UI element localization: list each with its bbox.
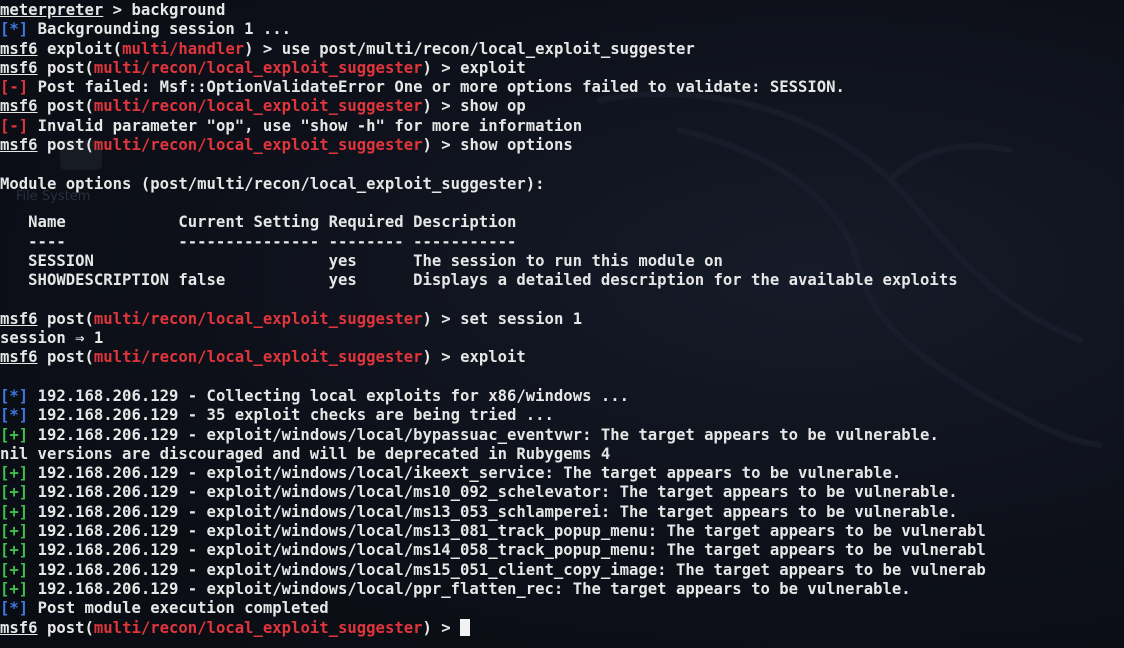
result-line: [*] 192.168.206.129 - Collecting local e… [0, 387, 986, 406]
error-marker: [-] [0, 116, 29, 135]
result-line: [+] 192.168.206.129 - exploit/windows/lo… [0, 522, 986, 541]
result-line: [+] 192.168.206.129 - exploit/windows/lo… [0, 580, 986, 599]
terminal-line: [*] Post module execution completed [0, 599, 329, 618]
good-marker: [+] [0, 560, 29, 579]
good-marker: [+] [0, 502, 29, 521]
terminal-output: meterpreter > background [*] Backgroundi… [0, 1, 986, 638]
result-text: 192.168.206.129 - exploit/windows/local/… [37, 502, 958, 521]
result-text: 192.168.206.129 - exploit/windows/local/… [37, 541, 986, 560]
module-name: multi/recon/local_exploit_suggester [93, 348, 423, 367]
good-marker: [+] [0, 579, 29, 598]
command-text: exploit [460, 348, 526, 367]
terminal-cursor[interactable] [460, 618, 471, 636]
terminal-line: Module options (post/multi/recon/local_e… [0, 175, 986, 194]
command-text: set session 1 [460, 309, 583, 328]
terminal-line: msf6 post(multi/recon/local_exploit_sugg… [0, 309, 583, 328]
result-line: nil versions are discouraged and will be… [0, 445, 986, 464]
result-line: [+] 192.168.206.129 - exploit/windows/lo… [0, 426, 986, 445]
module-name: multi/recon/local_exploit_suggester [93, 58, 423, 77]
module-name: multi/recon/local_exploit_suggester [93, 618, 423, 637]
options-table-header: Name Current Setting Required Descriptio… [0, 213, 517, 232]
terminal-line: [*] Backgrounding session 1 ... [0, 20, 292, 39]
info-marker: [*] [0, 406, 29, 425]
info-marker: [*] [0, 20, 29, 39]
options-table-row: SESSION yes The session to run this modu… [0, 251, 723, 270]
msf6-prompt: msf6 [0, 97, 38, 116]
result-line: [+] 192.168.206.129 - exploit/windows/lo… [0, 561, 986, 580]
terminal-line: [-] Invalid parameter "op", use "show -h… [0, 116, 583, 135]
msf6-prompt: msf6 [0, 39, 38, 58]
options-table-row: SHOWDESCRIPTION false yes Displays a det… [0, 271, 958, 290]
msf6-prompt: msf6 [0, 58, 38, 77]
result-text: 192.168.206.129 - exploit/windows/local/… [37, 483, 958, 502]
msf6-prompt: msf6 [0, 348, 38, 367]
result-text: 192.168.206.129 - exploit/windows/local/… [37, 464, 902, 483]
result-text: 192.168.206.129 - exploit/windows/local/… [37, 522, 986, 541]
good-marker: [+] [0, 522, 29, 541]
msf6-prompt: msf6 [0, 309, 38, 328]
module-name: multi/recon/local_exploit_suggester [93, 97, 423, 116]
options-table-separator: ---- --------------- -------- ----------… [0, 232, 517, 251]
result-line: [+] 192.168.206.129 - exploit/windows/lo… [0, 483, 986, 502]
result-line: [+] 192.168.206.129 - exploit/windows/lo… [0, 464, 986, 483]
error-marker: [-] [0, 78, 29, 97]
meterpreter-prompt: meterpreter [0, 1, 104, 19]
result-text: 192.168.206.129 - 35 exploit checks are … [37, 406, 554, 425]
msf6-prompt: msf6 [0, 136, 38, 155]
command-text: show op [460, 97, 526, 116]
terminal-line: msf6 exploit(multi/handler) > use post/m… [0, 39, 695, 58]
terminal-line: msf6 post(multi/recon/local_exploit_sugg… [0, 58, 526, 77]
good-marker: [+] [0, 483, 29, 502]
result-text: 192.168.206.129 - exploit/windows/local/… [37, 579, 911, 598]
result-line: [+] 192.168.206.129 - exploit/windows/lo… [0, 503, 986, 522]
module-name: multi/handler [122, 39, 245, 58]
result-text: 192.168.206.129 - Collecting local explo… [37, 386, 630, 405]
exploit-results: [*] 192.168.206.129 - Collecting local e… [0, 387, 986, 599]
good-marker: [+] [0, 464, 29, 483]
terminal-line: msf6 post(multi/recon/local_exploit_sugg… [0, 136, 573, 155]
result-line: [*] 192.168.206.129 - 35 exploit checks … [0, 406, 986, 425]
result-text: nil versions are discouraged and will be… [0, 444, 611, 463]
command-text: background [131, 1, 226, 19]
good-marker: [+] [0, 425, 29, 444]
terminal-line: meterpreter > background [0, 1, 226, 19]
command-text: show options [460, 136, 573, 155]
terminal-window[interactable]: File System meterpreter > background [*]… [0, 0, 1124, 648]
module-name: multi/recon/local_exploit_suggester [93, 309, 423, 328]
result-text: 192.168.206.129 - exploit/windows/local/… [37, 560, 986, 579]
good-marker: [+] [0, 541, 29, 560]
terminal-line: msf6 post(multi/recon/local_exploit_sugg… [0, 618, 986, 638]
terminal-line: msf6 post(multi/recon/local_exploit_sugg… [0, 97, 526, 116]
module-name: multi/recon/local_exploit_suggester [93, 136, 423, 155]
info-marker: [*] [0, 386, 29, 405]
info-marker: [*] [0, 599, 29, 618]
terminal-line: msf6 post(multi/recon/local_exploit_sugg… [0, 348, 526, 367]
terminal-line: session ⇒ 1 [0, 329, 104, 348]
command-text: exploit [460, 58, 526, 77]
result-line: [+] 192.168.206.129 - exploit/windows/lo… [0, 541, 986, 560]
module-options-header: Module options (post/multi/recon/local_e… [0, 174, 545, 193]
msf6-prompt: msf6 [0, 618, 38, 637]
command-text: use post/multi/recon/local_exploit_sugge… [281, 39, 695, 58]
result-text: 192.168.206.129 - exploit/windows/local/… [37, 425, 939, 444]
terminal-line: [-] Post failed: Msf::OptionValidateErro… [0, 78, 845, 97]
